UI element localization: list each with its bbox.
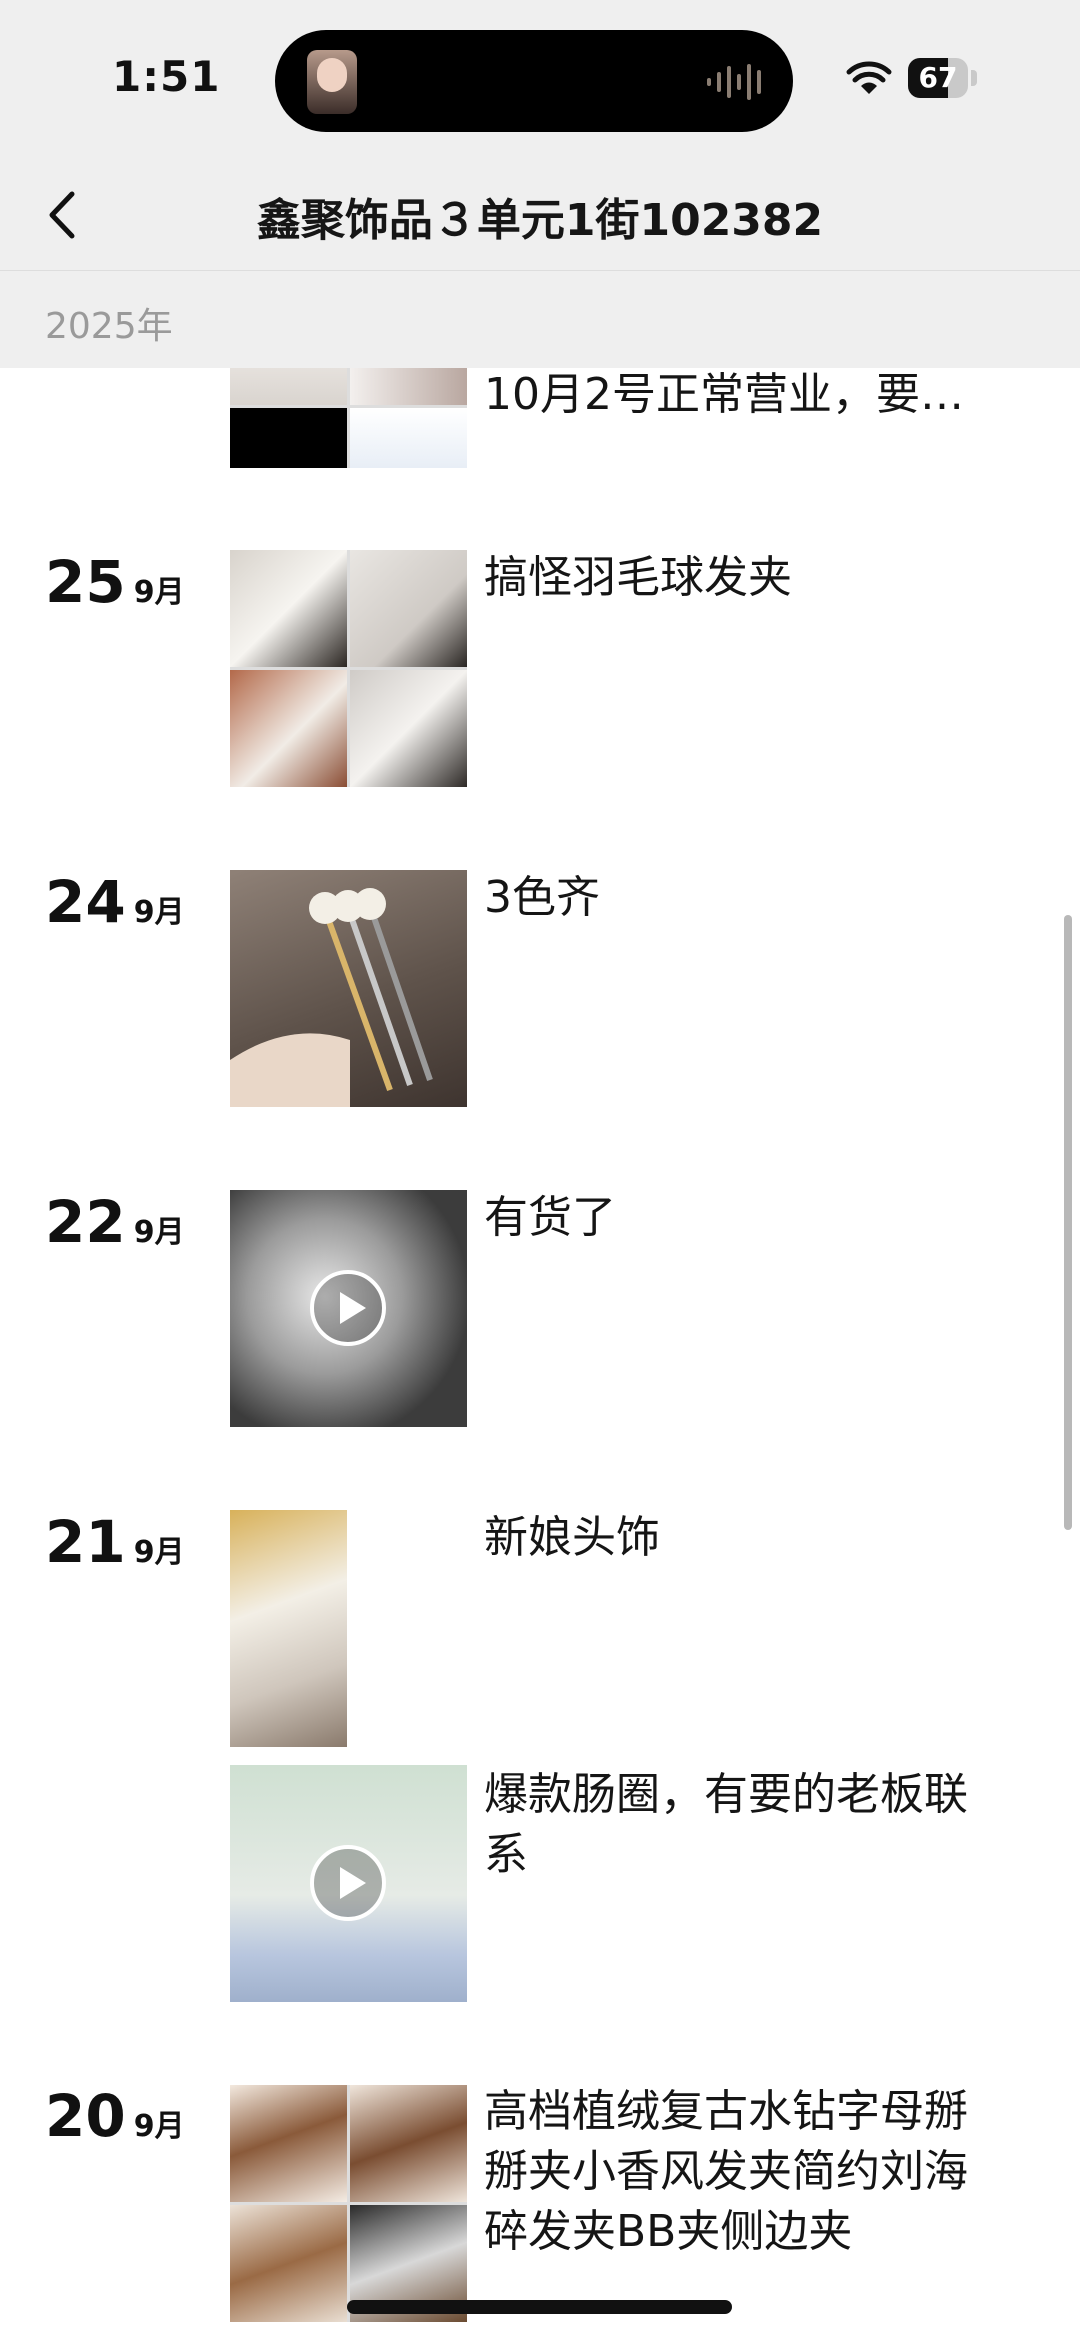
year-section-header: 2025年 — [0, 271, 1080, 368]
thumbnail-image — [230, 670, 347, 787]
status-time: 1:51 — [112, 52, 221, 101]
post-text[interactable]: 高档植绒复古水钻字母掰掰夹小香风发夹简约刘海碎发夹BB夹侧边夹 — [484, 2082, 1004, 2262]
post-text[interactable]: 有货了 — [484, 1188, 1004, 1248]
post-thumbnail-grid[interactable] — [230, 2085, 467, 2322]
status-bar: 1:51 67 — [0, 0, 1080, 160]
year-label: 2025年 — [45, 306, 173, 347]
post-text[interactable]: 搞怪羽毛球发夹 — [484, 548, 1004, 608]
battery-nub — [971, 70, 977, 86]
post-date: 24 9月 — [45, 868, 185, 936]
thumbnail-image — [230, 408, 347, 468]
post-text[interactable]: 新娘头饰 — [484, 1508, 1004, 1568]
wifi-icon — [846, 61, 892, 94]
post-text[interactable]: 爆款肠圈，有要的老板联系 — [484, 1765, 1004, 1885]
chevron-left-icon[interactable] — [30, 180, 100, 250]
thumbnail-image — [230, 888, 433, 1107]
post-date: 25 9月 — [45, 548, 185, 616]
post-video-thumbnail[interactable] — [230, 1765, 467, 2002]
thumbnail-image — [350, 670, 467, 787]
battery-icon: 67 — [908, 58, 968, 98]
thumbnail-image — [230, 1510, 347, 1747]
play-icon[interactable] — [308, 1268, 388, 1348]
dynamic-island[interactable] — [275, 30, 793, 132]
post-text[interactable]: 3色齐 — [484, 868, 1004, 928]
thumbnail-image — [230, 2205, 347, 2322]
post-date: 20 9月 — [45, 2082, 185, 2150]
thumbnail-image — [350, 408, 467, 468]
thumbnail-image — [230, 550, 347, 667]
thumbnail-image — [350, 2085, 467, 2202]
moments-album-screen: 10月2号正常营业，要… 25 9月 搞怪羽毛球发夹 24 9月 3色齐 22 9月 … — [0, 0, 1080, 2341]
post-date: 22 9月 — [45, 1188, 185, 1256]
thumbnail-image — [230, 2085, 347, 2202]
post-video-thumbnail[interactable] — [230, 1190, 467, 1427]
post-thumbnail-grid[interactable] — [230, 1510, 467, 1747]
post-text[interactable]: 10月2号正常营业，要… — [484, 365, 1004, 425]
home-indicator[interactable] — [347, 2300, 732, 2314]
play-icon[interactable] — [308, 1843, 388, 1923]
audio-wave-icon — [707, 64, 761, 100]
page-title: 鑫聚饰品３单元1街102382 — [256, 195, 824, 246]
thumbnail-image — [350, 550, 467, 667]
post-date: 21 9月 — [45, 1508, 185, 1576]
navigation-bar: 鑫聚饰品３单元1街102382 — [0, 160, 1080, 271]
post-thumbnail[interactable] — [230, 870, 467, 1107]
scrollbar[interactable] — [1064, 915, 1072, 1530]
island-avatar — [307, 50, 357, 114]
battery-percent: 67 — [918, 61, 958, 94]
post-thumbnail-grid[interactable] — [230, 550, 467, 787]
